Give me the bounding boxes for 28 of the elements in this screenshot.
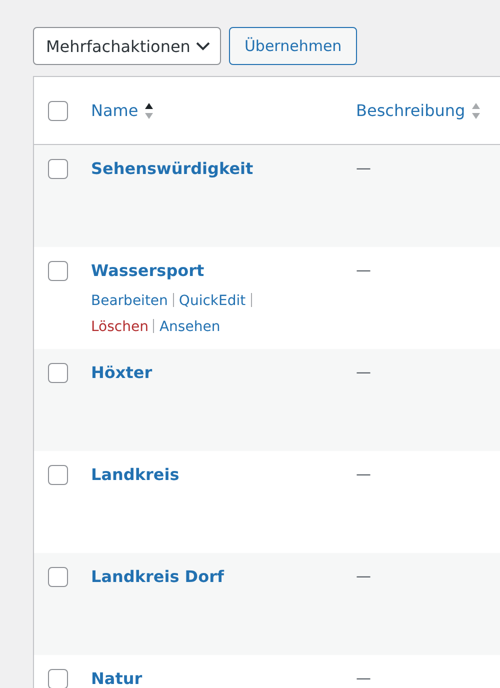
column-header[interactable]: Beschreibung [356,101,482,120]
description-cell-text: — [356,465,371,485]
chevron-down-icon [196,42,210,50]
apply-button[interactable]: Übernehmen [229,27,357,65]
description-cell: — [356,669,371,688]
row-checkbox[interactable] [48,261,68,281]
term-name-link[interactable]: Landkreis [91,465,180,484]
row-action-link[interactable]: Bearbeiten [91,293,168,309]
row-checkbox[interactable] [48,159,68,179]
term-name-link[interactable]: Landkreis Dorf [91,567,224,586]
row-checkbox[interactable] [48,363,68,383]
bulk-actions-select[interactable]: Mehrfachaktionen [33,27,222,65]
description-cell-text: — [356,567,371,587]
term-name-link[interactable]: Höxter [91,363,152,382]
row-checkbox[interactable] [48,465,68,485]
term-name-link[interactable]: Natur [91,669,142,688]
row-checkbox[interactable] [48,669,68,688]
select-all-checkbox[interactable] [48,100,68,120]
column-header[interactable]: Name [91,101,154,120]
row-action-link[interactable]: Ansehen [159,319,220,335]
description-cell-text: — [356,261,371,281]
row-checkbox[interactable] [48,567,68,587]
term-name-link[interactable]: Wassersport [91,261,204,280]
description-cell-text: — [356,363,371,383]
description-cell-text: — [356,159,371,179]
term-name-link[interactable]: Sehenswürdigkeit [91,159,254,178]
row-action-link[interactable]: QuickEdit [178,293,246,309]
delete-link[interactable]: Löschen [91,319,148,335]
